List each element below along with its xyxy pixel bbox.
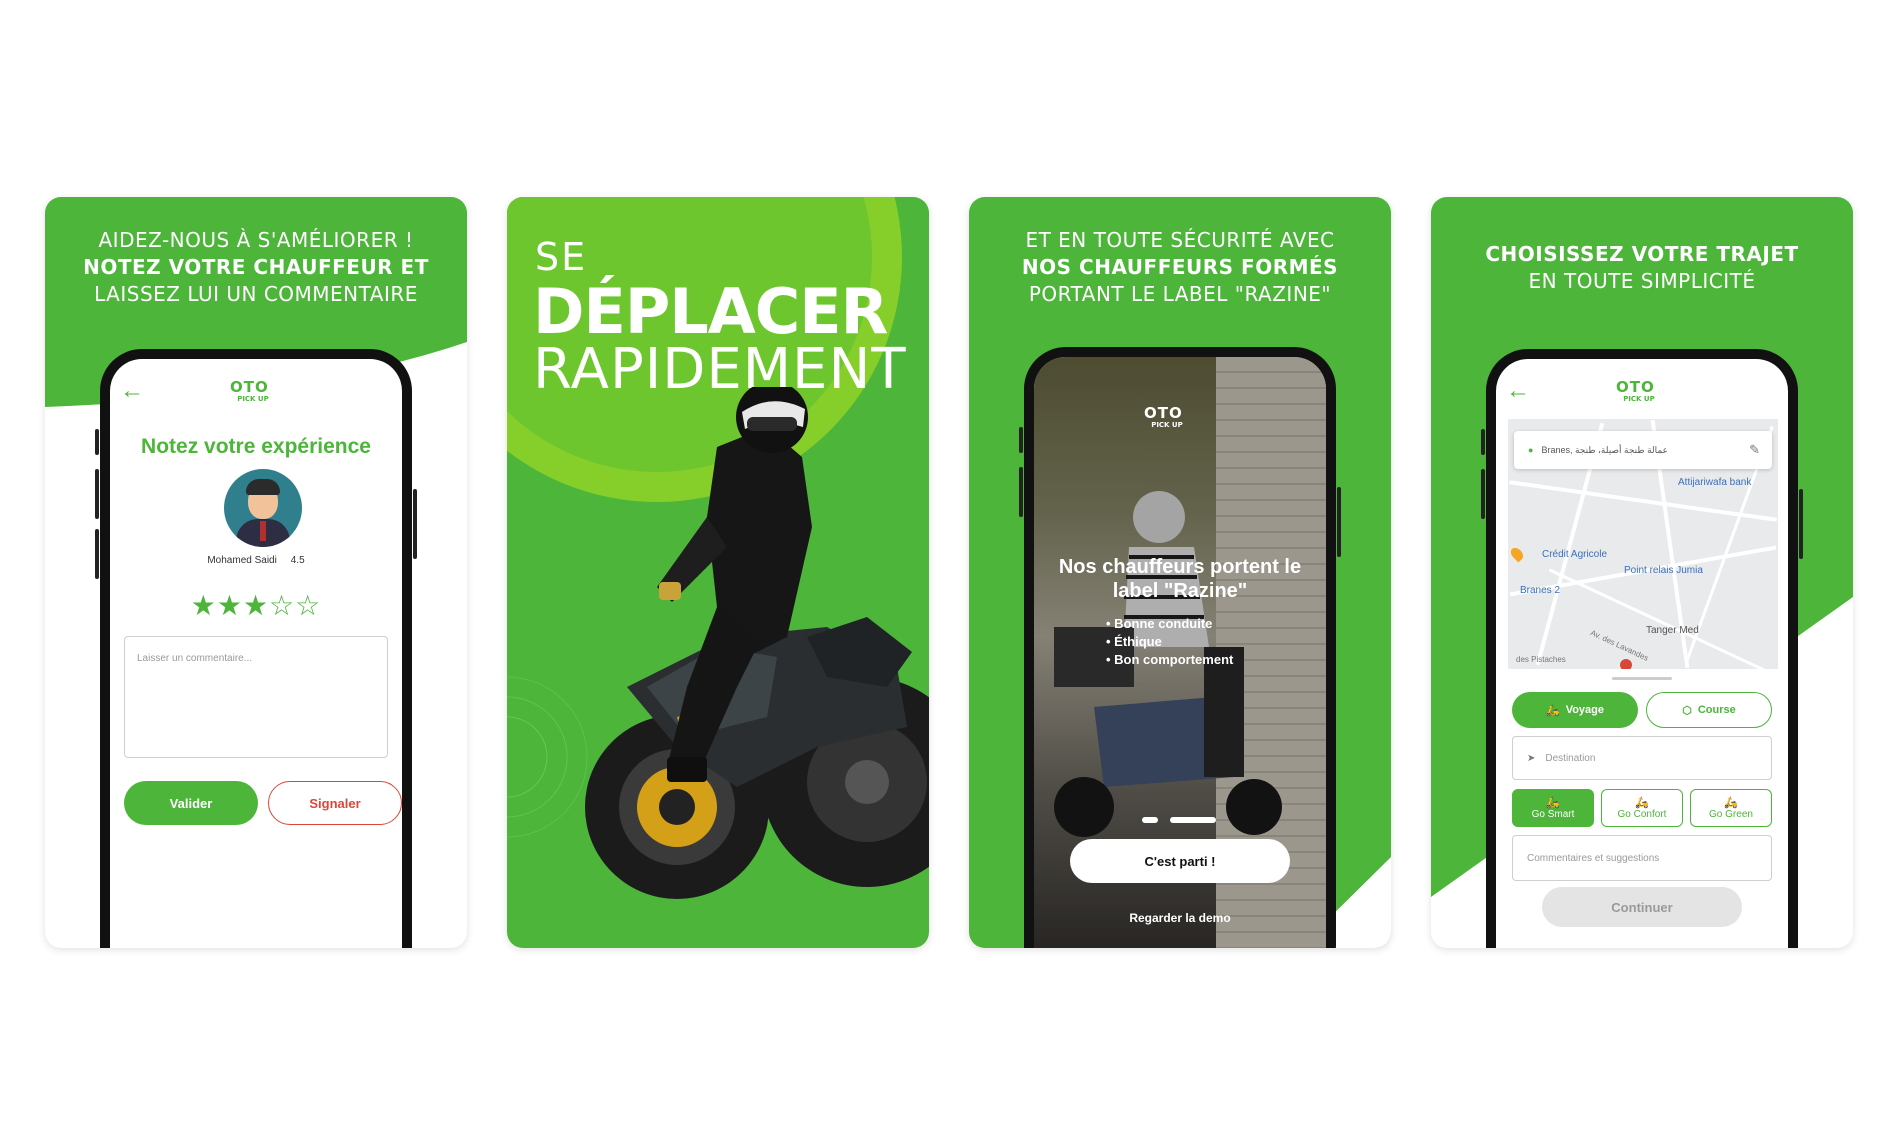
back-arrow-icon[interactable]: ← [120, 377, 144, 405]
slide-title: Nos chauffeurs portent le label "Razine" [1058, 556, 1302, 602]
scooter-icon: 🛵 [1545, 704, 1560, 717]
scooter-icon: 🛵 [1635, 797, 1649, 809]
headline-line: LAISSEZ LUI UN COMMENTAIRE [94, 282, 418, 306]
map-label: des Pistaches [1516, 655, 1566, 664]
phone-frame: ← OTO PICK UP Notez votre expérience Moh… [95, 349, 417, 948]
comments-input[interactable]: Commentaires et suggestions [1512, 835, 1772, 881]
navigation-arrow-icon: ➤ [1527, 752, 1536, 764]
driver-avatar [224, 469, 302, 547]
map-label: Crédit Agricole [1542, 549, 1608, 560]
screenshot-card-safety: ET EN TOUTE SÉCURITÉ AVEC NOS CHAUFFEURS… [969, 197, 1391, 948]
headline-line-bold: NOTEZ VOTRE CHAUFFEUR ET [83, 255, 429, 279]
headline-line: AIDEZ-NOUS À S'AMÉLIORER ! [98, 228, 414, 252]
map-pin-icon[interactable] [1508, 545, 1526, 563]
location-pin-icon: ● [1528, 445, 1534, 455]
scooter-icon: 🛵 [1546, 797, 1560, 809]
map-label: Point relais Jumia [1624, 565, 1703, 576]
star-filled-icon[interactable]: ★ [191, 590, 217, 621]
comment-field[interactable]: Laisser un commentaire... [124, 636, 388, 758]
demo-link[interactable]: Regarder la demo [1034, 911, 1326, 925]
star-rating[interactable]: ★★★☆☆ [110, 589, 402, 622]
headline-line: PORTANT LE LABEL "RAZINE" [1028, 282, 1332, 306]
driver-name: Mohamed Saidi [207, 555, 277, 566]
map-label: Tanger Med [1646, 625, 1699, 636]
start-button[interactable]: C'est parti ! [1070, 839, 1290, 883]
phone-screen: ← OTO PICK UP Notez votre expérience Moh… [110, 359, 402, 948]
feature-item: • Bonne conduite [1106, 616, 1213, 631]
oto-logo: OTO PICK UP [1144, 404, 1183, 429]
feature-item: • Bon comportement [1106, 652, 1234, 667]
destination-pin-icon[interactable] [1620, 659, 1632, 669]
star-empty-icon[interactable]: ☆ [269, 590, 295, 621]
location-text: Branes, عمالة طنجة أصيلة، طنجة [1541, 444, 1668, 455]
phone-screen: OTO PICK UP Nos chauffeurs portent le la… [1034, 357, 1326, 948]
card-headline: AIDEZ-NOUS À S'AMÉLIORER ! NOTEZ VOTRE C… [45, 227, 467, 308]
star-filled-icon[interactable]: ★ [243, 590, 269, 621]
driver-info: Mohamed Saidi 4.5 [110, 555, 402, 566]
rate-title: Notez votre expérience [141, 435, 371, 458]
tab-voyage[interactable]: 🛵 Voyage [1512, 692, 1638, 728]
service-go-green[interactable]: 🛵 Go Green [1690, 789, 1772, 827]
continue-button[interactable]: Continuer [1542, 887, 1742, 927]
phone-frame: OTO PICK UP Nos chauffeurs portent le la… [1019, 347, 1341, 948]
headline-line-bold: NOS CHAUFFEURS FORMÉS [1021, 255, 1339, 279]
package-icon: ⬡ [1682, 704, 1692, 717]
star-filled-icon[interactable]: ★ [217, 590, 243, 621]
scooter-icon: 🛵 [1724, 797, 1738, 809]
motorcycle-rider-image [585, 387, 929, 899]
back-arrow-icon[interactable]: ← [1506, 377, 1530, 405]
feature-item: • Éthique [1106, 634, 1162, 649]
screenshot-card-route: CHOISISSEZ VOTRE TRAJET EN TOUTE SIMPLIC… [1431, 197, 1853, 948]
page-indicator-dot[interactable] [1142, 817, 1158, 823]
map-label: Av. des Lavandes [1589, 628, 1650, 663]
headline-line-bold: CHOISISSEZ VOTRE TRAJET [1485, 242, 1799, 266]
map-label: Attijariwafa bank [1678, 477, 1752, 488]
screenshot-card-fast: SE DÉPLACER RAPIDEMENT [507, 197, 929, 948]
service-go-confort[interactable]: 🛵 Go Confort [1601, 789, 1683, 827]
card-headline: ET EN TOUTE SÉCURITÉ AVEC NOS CHAUFFEURS… [969, 227, 1391, 308]
oto-logo: OTO PICK UP [230, 378, 269, 403]
screenshot-card-rating: AIDEZ-NOUS À S'AMÉLIORER ! NOTEZ VOTRE C… [45, 197, 467, 948]
tab-course[interactable]: ⬡ Course [1646, 692, 1772, 728]
validate-button[interactable]: Valider [124, 781, 258, 825]
feature-list: • Bonne conduite • Éthique • Bon comport… [1106, 615, 1233, 669]
driver-rating: 4.5 [290, 555, 305, 566]
sheet-handle[interactable] [1612, 677, 1672, 680]
destination-input[interactable]: ➤ Destination [1512, 736, 1772, 780]
edit-pencil-icon[interactable]: ✎ [1749, 442, 1760, 458]
location-search[interactable]: ● Branes, عمالة طنجة أصيلة، طنجة ✎ [1514, 431, 1772, 469]
oto-logo: OTO PICK UP [1616, 378, 1655, 403]
map-label: Branes 2 [1520, 585, 1561, 596]
phone-screen: ← OTO PICK UP Attijariwafa bank Crédit A… [1496, 359, 1788, 948]
page-indicator-active[interactable] [1170, 817, 1216, 823]
report-button[interactable]: Signaler [268, 781, 402, 825]
headline-line: ET EN TOUTE SÉCURITÉ AVEC [1025, 228, 1335, 252]
headline-line: SE [535, 235, 588, 279]
phone-frame: ← OTO PICK UP Attijariwafa bank Crédit A… [1481, 349, 1803, 948]
service-go-smart[interactable]: 🛵 Go Smart [1512, 789, 1594, 827]
headline-line: EN TOUTE SIMPLICITÉ [1528, 269, 1756, 293]
star-empty-icon[interactable]: ☆ [295, 590, 321, 621]
card-headline: CHOISISSEZ VOTRE TRAJET EN TOUTE SIMPLIC… [1431, 241, 1853, 295]
